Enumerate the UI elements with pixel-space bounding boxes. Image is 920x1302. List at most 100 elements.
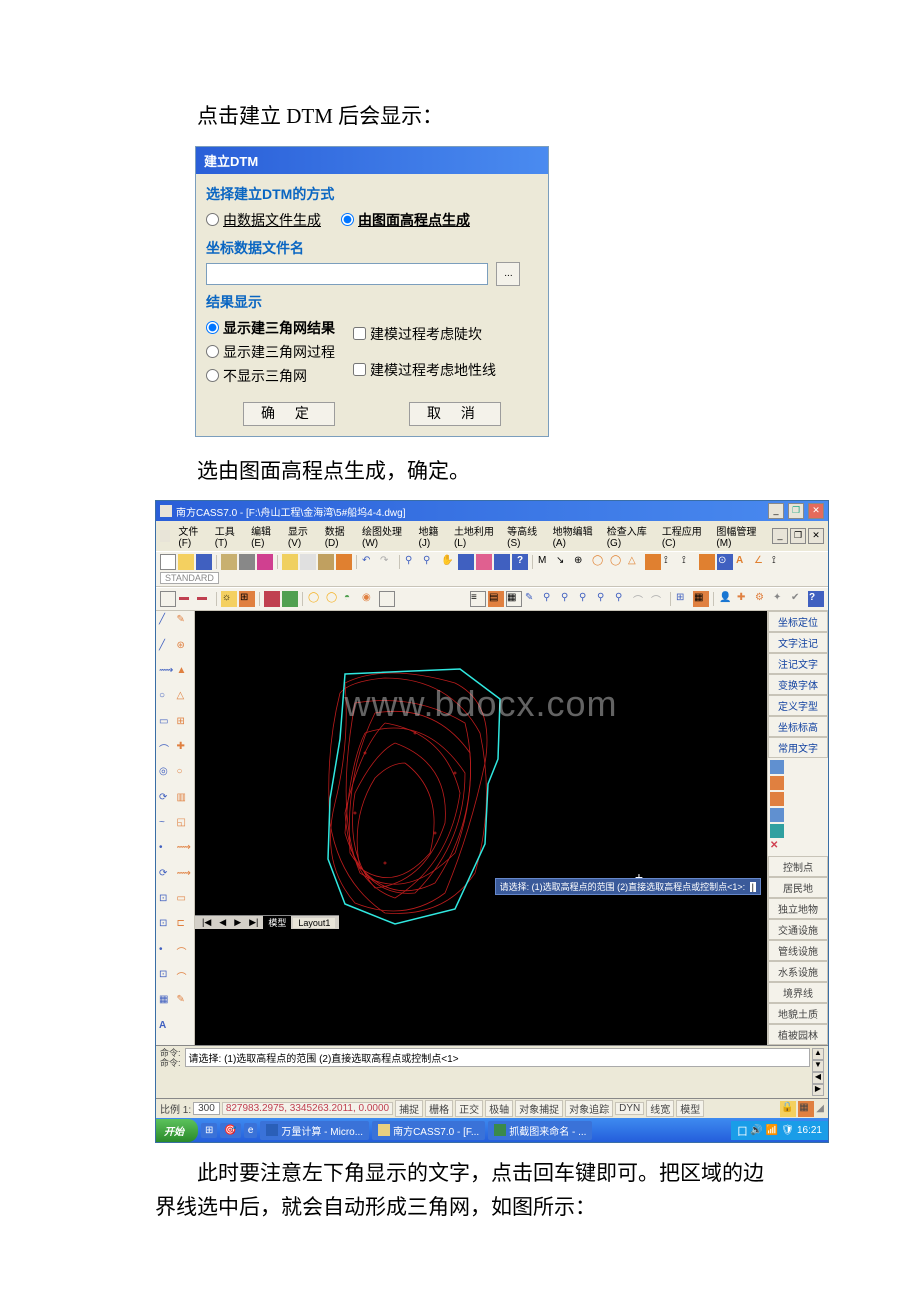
drawing-canvas[interactable]: www.bdocx.com + 请选择: (1)选取高程点的范围 (2)直接选取…: [195, 611, 767, 929]
plot-icon[interactable]: [257, 554, 273, 570]
rp-text-ann[interactable]: 文字注记: [768, 632, 828, 653]
user-icon[interactable]: 👤: [718, 591, 734, 607]
zoom-rt-icon[interactable]: ⚲: [404, 554, 420, 570]
close-button[interactable]: ✕: [808, 503, 824, 519]
ok-button[interactable]: 确 定: [243, 402, 335, 426]
point-icon[interactable]: ⊡: [158, 917, 174, 933]
match-icon[interactable]: [336, 554, 352, 570]
radio-from-screen-input[interactable]: [341, 213, 354, 226]
menu-sheet[interactable]: 图幅管理(M): [716, 523, 764, 549]
dot2-icon[interactable]: •: [158, 943, 174, 959]
tri2-icon[interactable]: △: [176, 689, 192, 705]
check-terrain-line-input[interactable]: [353, 363, 366, 376]
taskbar-item-1[interactable]: 万量计算 - Micro...: [260, 1121, 369, 1140]
radio-from-file[interactable]: 由数据文件生成: [206, 210, 321, 230]
cross-icon[interactable]: ✚: [176, 740, 192, 756]
arc-icon[interactable]: ⌒: [158, 740, 174, 756]
radio-no-show[interactable]: 不显示三角网: [206, 366, 335, 386]
menu-tools[interactable]: 工具(T): [215, 523, 243, 549]
pline-icon[interactable]: ⟿: [158, 664, 174, 680]
poly-icon[interactable]: ◱: [176, 816, 192, 832]
cmd-scroll-up[interactable]: ▲: [812, 1048, 824, 1060]
line-icon[interactable]: ╱: [158, 613, 174, 629]
tool-rec-icon[interactable]: ⊙: [717, 554, 733, 570]
rect-icon[interactable]: ▭: [158, 715, 174, 731]
pan-icon[interactable]: ✋: [440, 554, 456, 570]
grid-icon[interactable]: ⊞: [176, 715, 192, 731]
scale-icon[interactable]: ⊡: [158, 892, 174, 908]
arc2-icon[interactable]: ⌒: [650, 591, 666, 607]
radio-show-process[interactable]: 显示建三角网过程: [206, 342, 335, 362]
freeze-icon[interactable]: ▬: [178, 591, 194, 607]
taskbar-item-2[interactable]: 南方CASS7.0 - [F...: [372, 1121, 485, 1140]
win2-icon[interactable]: ▦: [693, 591, 709, 607]
menu-check[interactable]: 检查入库(G): [607, 523, 654, 549]
cmd-scroll-right[interactable]: ▶: [812, 1084, 824, 1096]
mark-icon[interactable]: ✎: [176, 993, 192, 1009]
tool-ang-icon[interactable]: ∠: [753, 554, 769, 570]
osnap4-icon[interactable]: ◉: [361, 591, 377, 607]
rp-traffic[interactable]: 交通设施: [768, 919, 828, 940]
dyn-toggle[interactable]: DYN: [615, 1102, 644, 1115]
snap-toggle[interactable]: 捕捉: [395, 1100, 423, 1117]
rp-ic-6[interactable]: ✕: [770, 840, 784, 854]
target2-icon[interactable]: ○: [176, 765, 192, 781]
tool-circ-icon[interactable]: ◯: [591, 554, 607, 570]
tray-vol-icon[interactable]: 🔊: [750, 1125, 762, 1136]
grid-toggle[interactable]: 栅格: [425, 1100, 453, 1117]
tab-prev[interactable]: ◀: [216, 917, 229, 928]
rp-ic-2[interactable]: [770, 776, 784, 790]
tab-last[interactable]: ▶|: [246, 917, 261, 928]
rp-boundary[interactable]: 境界线: [768, 982, 828, 1003]
ql-3[interactable]: e: [244, 1123, 258, 1138]
rp-control[interactable]: 控制点: [768, 856, 828, 877]
tool-txt-icon[interactable]: [699, 554, 715, 570]
zoom3-icon[interactable]: ⚲: [560, 591, 576, 607]
tab-model[interactable]: 模型: [263, 916, 291, 929]
refresh-icon[interactable]: ⟳: [158, 867, 174, 883]
arc1-icon[interactable]: ⌒: [632, 591, 648, 607]
text-a-icon[interactable]: A: [158, 1019, 174, 1035]
ortho-toggle[interactable]: 正交: [455, 1100, 483, 1117]
menu-draw[interactable]: 绘图处理(W): [362, 523, 411, 549]
pencil-icon[interactable]: ✎: [176, 613, 192, 629]
rp-ic-5[interactable]: [770, 824, 784, 838]
ql-2[interactable]: 🎯: [220, 1123, 240, 1138]
rp-ic-4[interactable]: [770, 808, 784, 822]
browse-button[interactable]: ...: [496, 262, 520, 286]
rp-residential[interactable]: 居民地: [768, 877, 828, 898]
copy-icon[interactable]: [300, 554, 316, 570]
maximize-button[interactable]: ❐: [788, 503, 804, 519]
view3-icon[interactable]: ▦: [506, 591, 522, 607]
cmd-scroll-down[interactable]: ▼: [812, 1060, 824, 1072]
ql-1[interactable]: ⊞: [201, 1123, 217, 1138]
tray-clock[interactable]: 16:21: [797, 1125, 822, 1136]
wave-icon[interactable]: ~: [158, 816, 174, 832]
dash-icon[interactable]: ⟿: [176, 841, 192, 857]
img-icon[interactable]: ▦: [158, 993, 174, 1009]
circle-icon[interactable]: ○: [158, 689, 174, 705]
tool-a-icon[interactable]: A: [735, 554, 751, 570]
spline-icon[interactable]: ⟳: [158, 791, 174, 807]
xline-icon[interactable]: ╱: [158, 639, 174, 655]
mdi-restore[interactable]: ❐: [790, 528, 806, 544]
polar-toggle[interactable]: 极轴: [485, 1100, 513, 1117]
tray-ime-icon[interactable]: 囗: [737, 1123, 747, 1138]
mdi-close[interactable]: ✕: [808, 528, 824, 544]
tool-box-icon[interactable]: [645, 554, 661, 570]
rp-font-define[interactable]: 定义字型: [768, 695, 828, 716]
rp-ann-text[interactable]: 注记文字: [768, 653, 828, 674]
paste-icon[interactable]: [318, 554, 334, 570]
check-terrain-line[interactable]: 建模过程考虑地性线: [353, 360, 496, 380]
radio-no-show-input[interactable]: [206, 369, 219, 382]
arc2-icon[interactable]: ⌒: [176, 943, 192, 959]
osnap5-icon[interactable]: [379, 591, 395, 607]
sheet-icon[interactable]: ▥: [176, 791, 192, 807]
view1-icon[interactable]: ≡: [470, 591, 486, 607]
layer-icon[interactable]: [476, 554, 492, 570]
tool-tr-icon[interactable]: △: [627, 554, 643, 570]
rp-landform[interactable]: 地貌土质: [768, 1003, 828, 1024]
cancel-button[interactable]: 取 消: [409, 402, 501, 426]
help2-icon[interactable]: ?: [808, 591, 824, 607]
start-button[interactable]: 开始: [156, 1119, 198, 1142]
